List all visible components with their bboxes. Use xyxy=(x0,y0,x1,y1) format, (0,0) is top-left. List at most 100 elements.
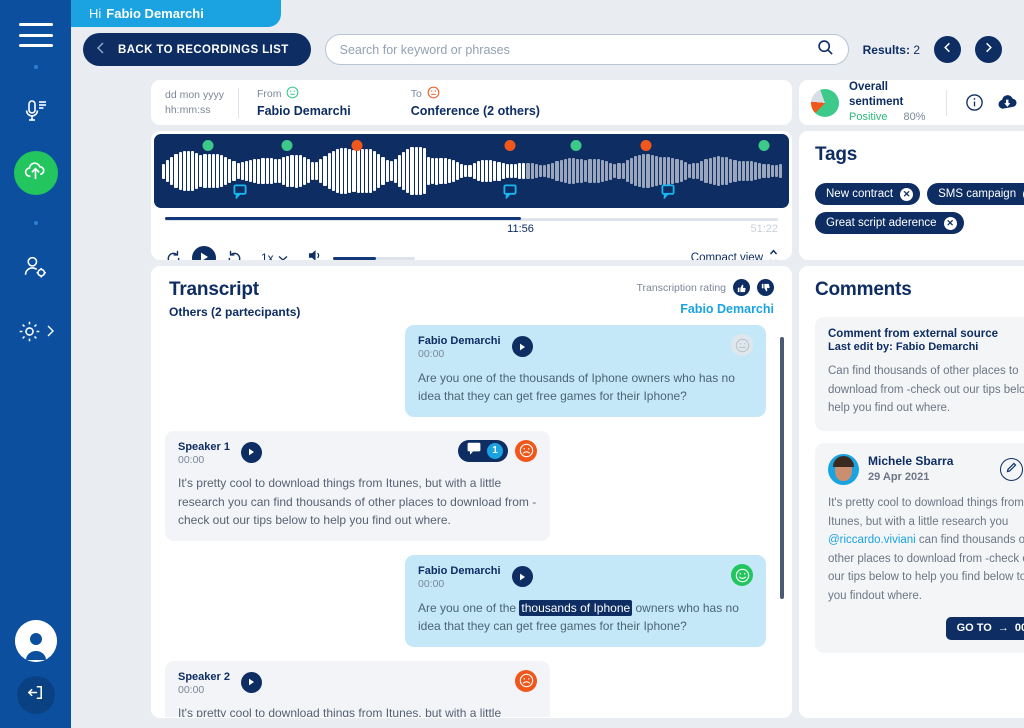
hamburger-icon[interactable] xyxy=(19,23,53,47)
transcript-scroll-thumb[interactable] xyxy=(780,337,784,599)
transcript-message-meta: Fabio Demarchi 00:00 xyxy=(418,564,501,592)
remove-tag-icon[interactable]: ✕ xyxy=(944,217,957,230)
tags-title: Tags xyxy=(815,144,857,166)
info-icon[interactable] xyxy=(965,93,984,112)
message-text: Are you one of the thousands of Iphone o… xyxy=(418,369,753,406)
message-timestamp: 00:00 xyxy=(178,684,230,697)
rewind-button[interactable] xyxy=(165,250,182,261)
comment-marker-icon[interactable] xyxy=(503,184,517,204)
thumbs-up-icon[interactable] xyxy=(733,279,750,296)
message-actions: 1 xyxy=(458,440,537,462)
playback-speed-selector[interactable]: 1x xyxy=(261,251,288,260)
comment-count-badge[interactable]: 1 xyxy=(458,440,508,462)
transcript-scrollbar[interactable] xyxy=(780,333,784,709)
play-button[interactable] xyxy=(192,246,216,260)
mention-link[interactable]: @riccardo.viviani xyxy=(828,534,916,546)
comments-panel: Comments Comment from external source La… xyxy=(799,266,1024,718)
remove-tag-icon[interactable]: ✕ xyxy=(900,188,913,201)
chevron-left-icon xyxy=(941,41,954,59)
sentiment-percent: 80% xyxy=(904,110,926,124)
waveform[interactable] xyxy=(154,134,789,208)
sidebar-item-upload[interactable] xyxy=(14,151,58,195)
volume-slider[interactable] xyxy=(333,257,415,260)
search-icon[interactable] xyxy=(817,39,834,61)
message-speaker: Fabio Demarchi xyxy=(418,564,501,578)
sentiment-marker-positive[interactable] xyxy=(282,140,293,151)
pencil-icon xyxy=(1006,460,1017,478)
volume-control[interactable] xyxy=(308,248,415,260)
gear-icon xyxy=(17,319,42,344)
comment-marker-icon[interactable] xyxy=(233,184,247,204)
play-icon xyxy=(200,249,209,260)
comments-header: Comments xyxy=(815,279,1024,305)
cloud-upload-icon xyxy=(23,158,48,188)
recording-date: dd mon yyyy xyxy=(165,88,224,102)
message-speaker: Fabio Demarchi xyxy=(418,334,501,348)
transcript-message[interactable]: Fabio Demarchi 00:00 Are you one of the … xyxy=(405,325,766,417)
sentiment-marker-negative[interactable] xyxy=(352,140,363,151)
tag-label: SMS campaign xyxy=(938,188,1016,200)
sentiment-face-negative xyxy=(515,440,537,462)
tag-chip[interactable]: Great script aderence✕ xyxy=(815,212,964,234)
sentiment-marker-positive[interactable] xyxy=(758,140,769,151)
smiley-positive-icon xyxy=(286,86,299,104)
menu-button[interactable] xyxy=(19,23,53,47)
search-input[interactable] xyxy=(340,43,817,57)
message-play-button[interactable] xyxy=(241,442,262,463)
goto-timestamp-button[interactable]: GO TO → 00:56 xyxy=(946,617,1024,640)
forward-button[interactable] xyxy=(226,250,243,261)
greeting-name: Fabio Demarchi xyxy=(106,6,204,21)
compact-view-toggle[interactable]: Compact view xyxy=(691,249,778,261)
message-play-button[interactable] xyxy=(512,566,533,587)
transcript-subtitle: Others (2 partecipants) xyxy=(169,305,300,319)
left-sidebar xyxy=(0,0,71,728)
sentiment-marker-positive[interactable] xyxy=(202,140,213,151)
transcript-message[interactable]: Speaker 1 00:00 1 It's pretty cool to do… xyxy=(165,431,550,541)
transcript-message-meta: Speaker 2 00:00 xyxy=(178,670,230,698)
comment-marker-icon[interactable] xyxy=(661,184,675,204)
tags-header: Tags xyxy=(815,144,1024,170)
sidebar-item-recordings[interactable] xyxy=(14,89,58,133)
expand-collapse-icon xyxy=(769,249,778,261)
sidebar-item-user-settings[interactable] xyxy=(14,245,58,289)
edit-comment-button[interactable] xyxy=(1000,458,1023,481)
transcript-message[interactable]: Speaker 2 00:00 It's pretty cool to down… xyxy=(165,661,550,717)
transcript-message-header: Speaker 2 00:00 xyxy=(178,670,537,698)
message-play-button[interactable] xyxy=(512,336,533,357)
from-value: Fabio Demarchi xyxy=(257,103,351,119)
sentiment-marker-positive[interactable] xyxy=(571,140,582,151)
sentiment-text: Overall sentiment Positive 80% xyxy=(849,80,930,124)
search-highlight: thousands of Iphone xyxy=(519,600,632,616)
transcript-messages: Fabio Demarchi 00:00 Are you one of the … xyxy=(151,325,792,717)
transcript-header: Transcript Others (2 partecipants) Trans… xyxy=(151,266,792,325)
tag-chip[interactable]: New contract✕ xyxy=(815,183,920,205)
message-timestamp: 00:00 xyxy=(178,454,230,467)
transcript-message-header: Fabio Demarchi 00:00 xyxy=(418,334,753,362)
from-label: From xyxy=(257,88,282,102)
external-comment-text: Can find thousands of other places to do… xyxy=(828,362,1024,418)
tag-chip[interactable]: SMS campaign✕ xyxy=(927,183,1024,205)
progress-bar[interactable]: 11:56 51:22 xyxy=(165,217,778,239)
search-bar[interactable] xyxy=(325,34,849,65)
sentiment-marker-negative[interactable] xyxy=(641,140,652,151)
total-time: 51:22 xyxy=(750,223,778,235)
to-label-row: To xyxy=(411,86,540,104)
transcript-panel: Transcript Others (2 partecipants) Trans… xyxy=(151,266,792,718)
sentiment-marker-negative[interactable] xyxy=(504,140,515,151)
thumbs-down-icon[interactable] xyxy=(757,279,774,296)
user-comment-card: Michele Sbarra 29 Apr 2021 xyxy=(815,443,1024,653)
sidebar-item-settings[interactable] xyxy=(14,309,58,353)
back-to-recordings-button[interactable]: BACK TO RECORDINGS LIST xyxy=(83,33,311,66)
message-play-button[interactable] xyxy=(241,672,262,693)
logout-button[interactable] xyxy=(17,676,55,714)
next-result-button[interactable] xyxy=(975,36,1002,63)
greeting-hi: Hi xyxy=(89,6,101,21)
waveform-bars[interactable] xyxy=(162,134,781,208)
download-cloud-icon[interactable] xyxy=(997,93,1018,112)
sentiment-face-muted xyxy=(731,334,753,356)
transcript-message[interactable]: Fabio Demarchi 00:00 Are you one of the … xyxy=(405,555,766,647)
volume-icon[interactable] xyxy=(308,248,324,260)
avatar[interactable] xyxy=(15,620,57,662)
prev-result-button[interactable] xyxy=(934,36,961,63)
sentiment-face-negative xyxy=(515,670,537,692)
